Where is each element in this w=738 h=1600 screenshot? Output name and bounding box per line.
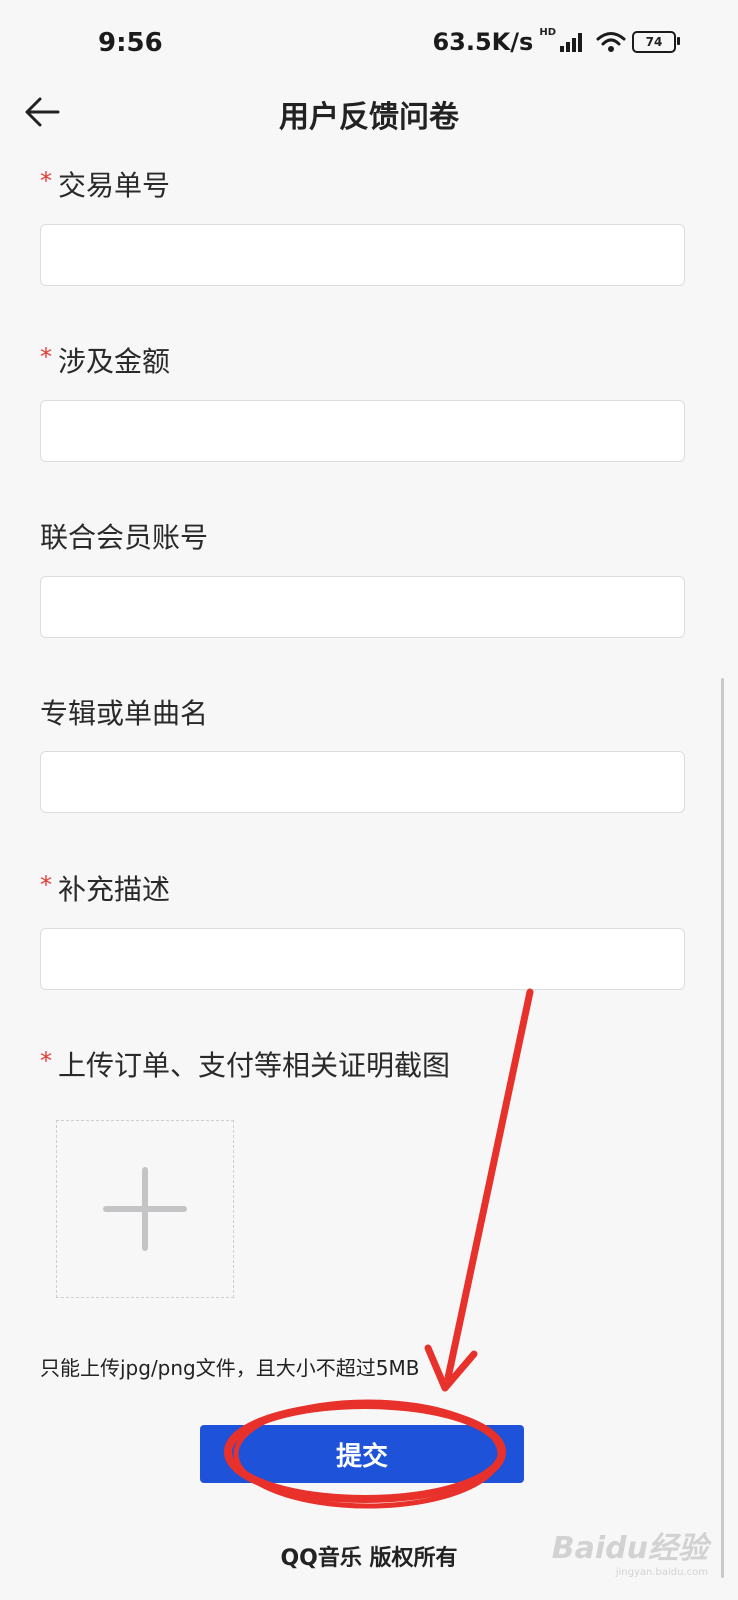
status-bar: 9:56 63.5K/s HD 74 <box>0 0 738 86</box>
status-time: 9:56 <box>98 28 163 58</box>
field-label-description: * 补充描述 <box>40 868 170 908</box>
field-label-transaction-id: * 交易单号 <box>40 164 170 204</box>
required-mark: * <box>40 871 52 899</box>
watermark-text: Baidu经验 <box>551 1531 708 1566</box>
wifi-icon <box>596 32 626 52</box>
submit-button[interactable]: 提交 <box>200 1425 524 1483</box>
status-indicators: 63.5K/s HD 74 <box>432 26 680 56</box>
cellular-signal-icon <box>560 32 582 52</box>
field-label-amount: * 涉及金额 <box>40 340 170 380</box>
member-account-input[interactable] <box>40 576 685 638</box>
field-label-text: 上传订单、支付等相关证明截图 <box>58 1049 451 1082</box>
upload-hint: 只能上传jpg/png文件，且大小不超过5MB <box>40 1356 420 1380</box>
nav-bar: 用户反馈问卷 <box>0 86 738 142</box>
field-label-text: 联合会员账号 <box>40 521 209 554</box>
required-mark: * <box>40 167 52 195</box>
field-label-member-account: 联合会员账号 <box>40 516 208 556</box>
upload-image-button[interactable] <box>56 1120 234 1298</box>
album-name-input[interactable] <box>40 751 685 813</box>
watermark-sub: jingyan.baidu.com <box>615 1567 708 1578</box>
battery-level: 74 <box>645 35 663 49</box>
network-speed: 63.5K/s <box>432 28 534 56</box>
field-label-text: 补充描述 <box>58 873 171 906</box>
field-label-text: 涉及金额 <box>58 345 171 378</box>
amount-input[interactable] <box>40 400 685 462</box>
required-mark: * <box>40 343 52 371</box>
field-label-text: 交易单号 <box>58 169 171 202</box>
required-mark: * <box>40 1047 52 1075</box>
transaction-id-input[interactable] <box>40 224 685 286</box>
field-label-album-name: 专辑或单曲名 <box>40 692 208 732</box>
baidu-watermark: Baidu经验 jingyan.baidu.com <box>552 1523 708 1578</box>
field-label-upload: * 上传订单、支付等相关证明截图 <box>40 1044 450 1084</box>
field-label-text: 专辑或单曲名 <box>40 697 209 730</box>
scrollbar[interactable] <box>721 678 724 1578</box>
battery-icon: 74 <box>632 31 680 53</box>
page-title: 用户反馈问卷 <box>279 100 459 135</box>
plus-icon <box>103 1167 187 1251</box>
description-input[interactable] <box>40 928 685 990</box>
hd-badge: HD <box>539 26 556 38</box>
